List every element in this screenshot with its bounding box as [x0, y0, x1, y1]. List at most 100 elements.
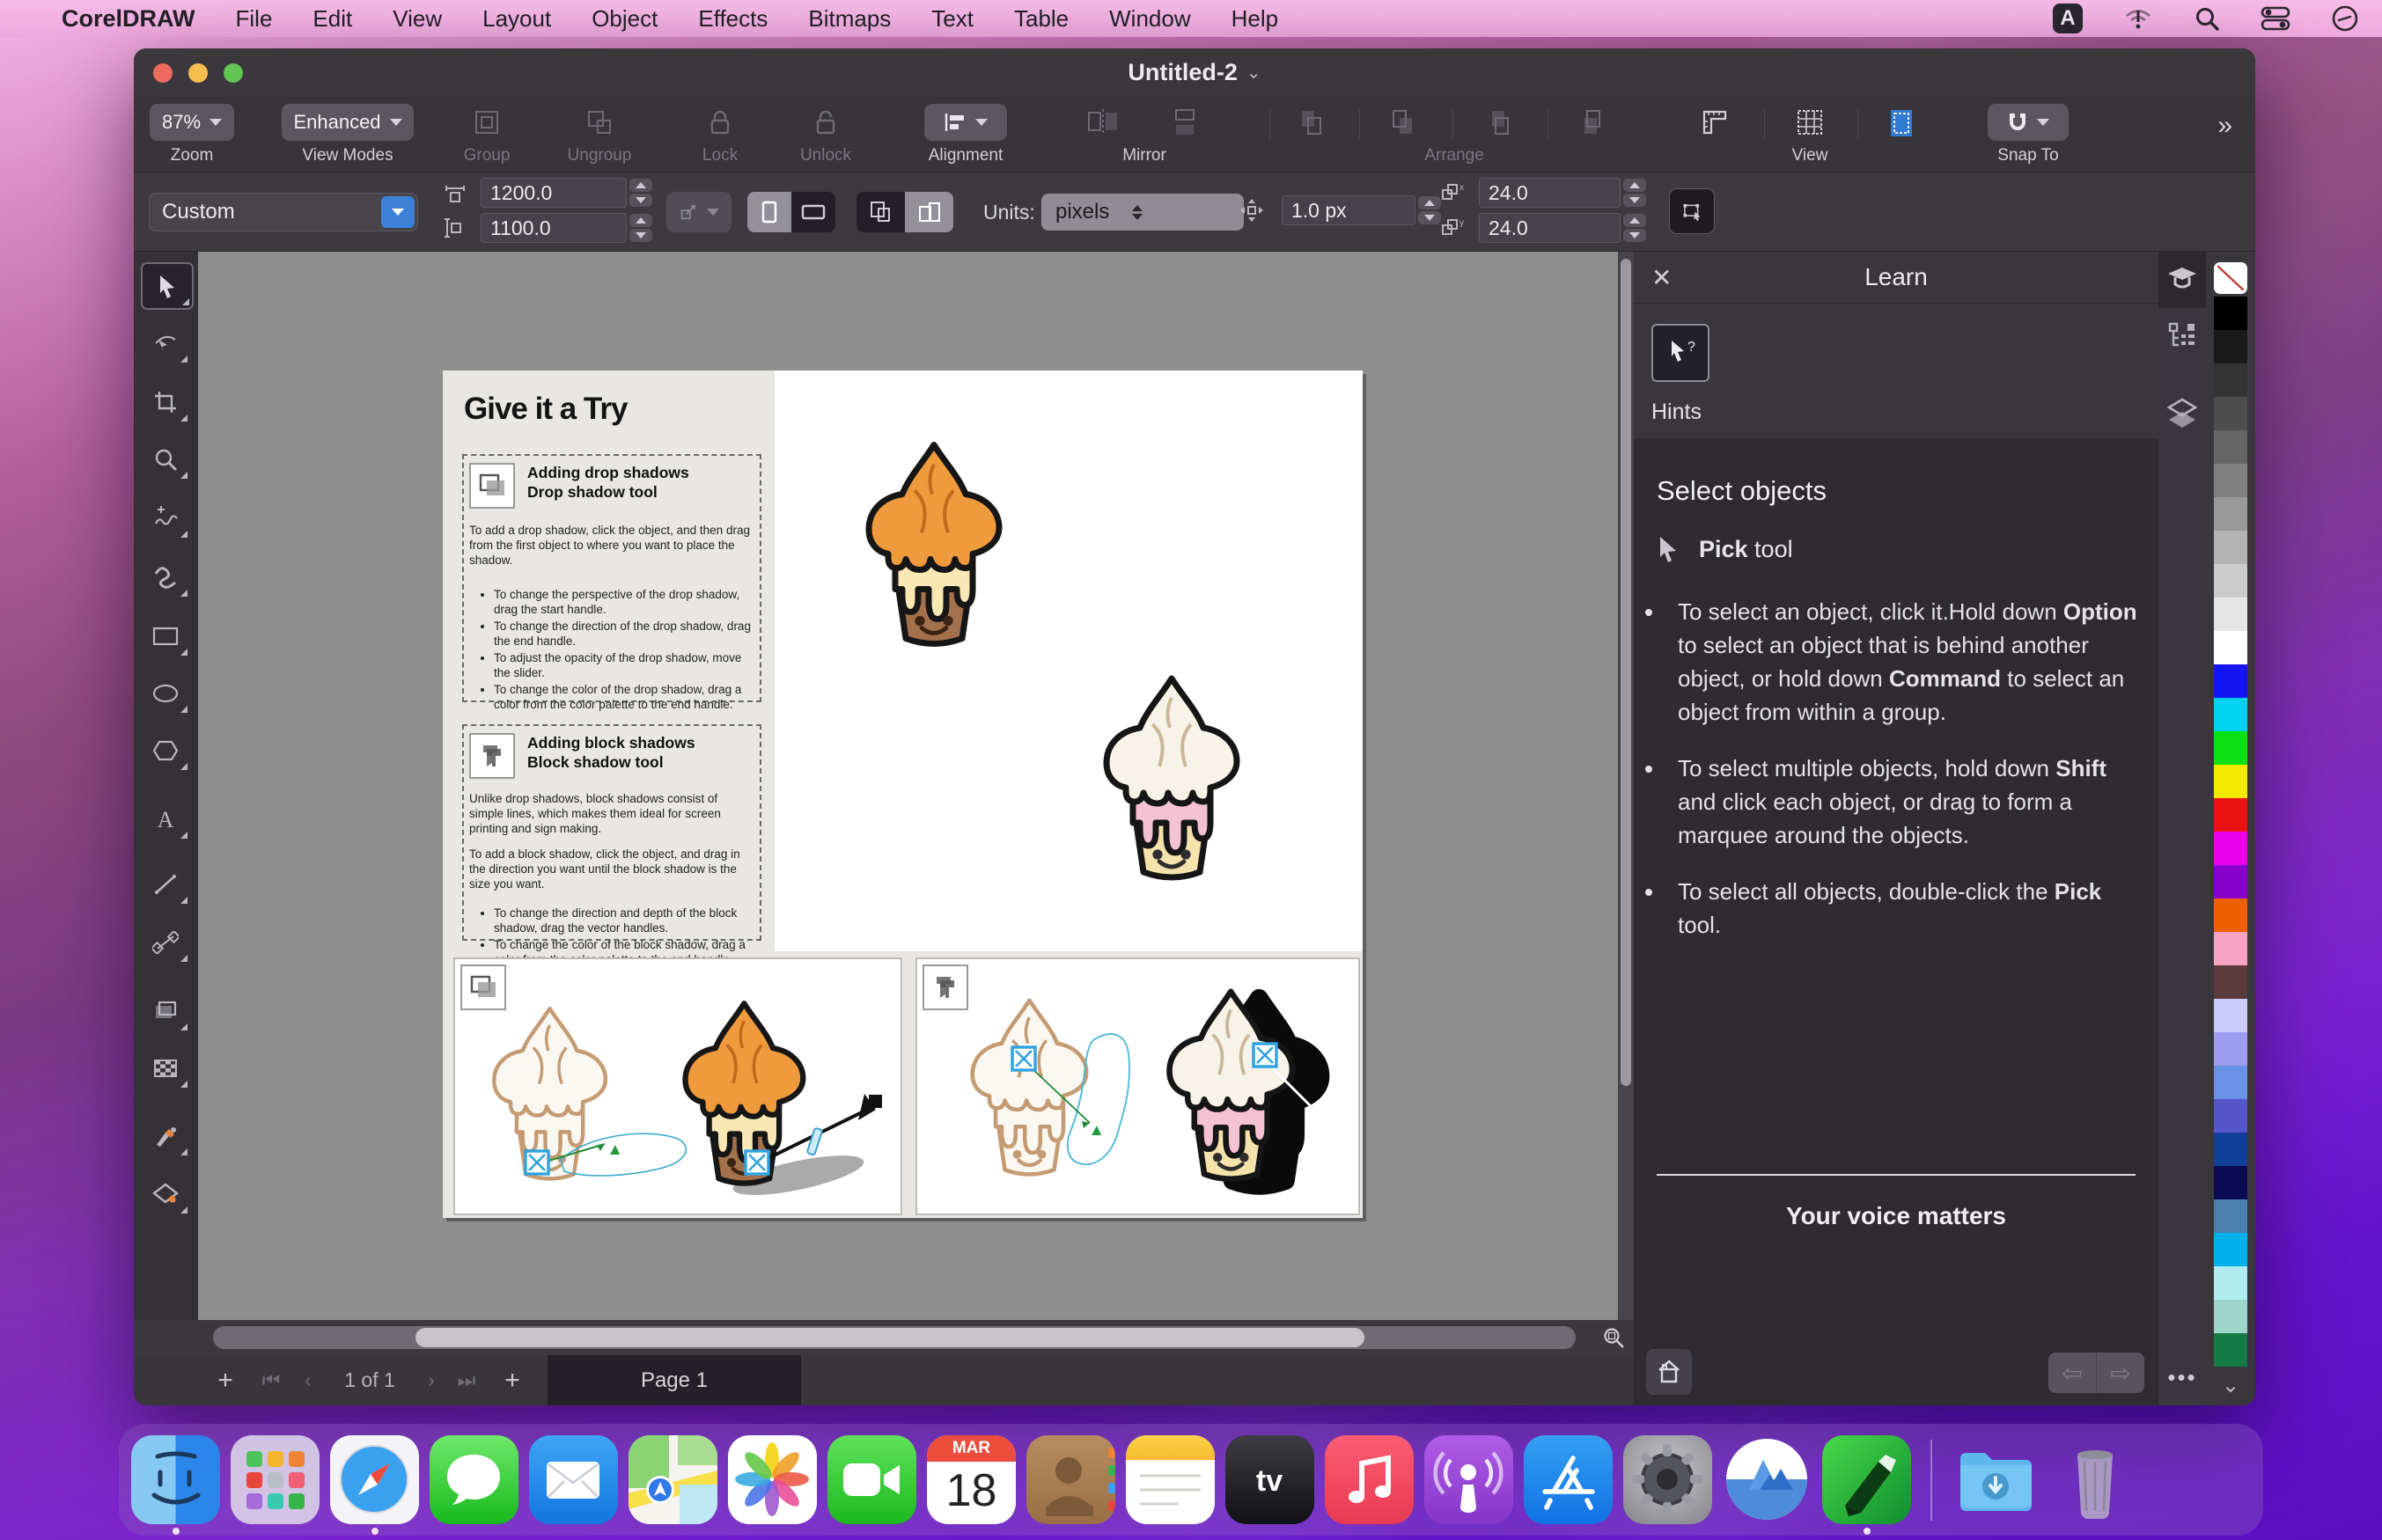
- menu-help[interactable]: Help: [1231, 5, 1278, 33]
- mirror-horizontal-icon[interactable]: [1086, 107, 1118, 139]
- control-center-icon[interactable]: [2261, 6, 2290, 31]
- menu-table[interactable]: Table: [1014, 5, 1069, 33]
- vertical-scrollbar[interactable]: [1618, 252, 1634, 1320]
- pick-tool[interactable]: [141, 262, 194, 310]
- dock-icon-coreldraw[interactable]: [1822, 1435, 1911, 1524]
- palette-swatch[interactable]: [2214, 397, 2247, 430]
- unlock-icon[interactable]: [810, 107, 842, 139]
- dock-icon-trash[interactable]: [2051, 1435, 2140, 1524]
- title-bar[interactable]: Untitled-2⌄: [134, 48, 2255, 98]
- learn-home-button[interactable]: [1646, 1349, 1692, 1395]
- palette-swatch[interactable]: [2214, 731, 2247, 765]
- line-tool[interactable]: [141, 862, 190, 906]
- dock-icon-tv[interactable]: tv: [1225, 1435, 1314, 1524]
- page-tab[interactable]: Page 1: [548, 1355, 801, 1405]
- dock-icon-mail[interactable]: [529, 1435, 618, 1524]
- dock-icon-system-preferences[interactable]: [1623, 1435, 1712, 1524]
- title-chevron-icon[interactable]: ⌄: [1246, 62, 1261, 84]
- orientation-toggle[interactable]: [747, 192, 835, 232]
- page-border-icon[interactable]: [1886, 107, 1917, 139]
- nudge-stepper[interactable]: [1418, 195, 1441, 225]
- dock-icon-mountain-app[interactable]: [1723, 1435, 1812, 1524]
- polygon-tool[interactable]: [141, 729, 190, 773]
- forward-one-icon[interactable]: [1483, 107, 1515, 139]
- learn-forward-button[interactable]: ⇨: [2097, 1353, 2144, 1393]
- learn-back-button[interactable]: ⇦: [2048, 1353, 2097, 1393]
- dock-icon-calendar[interactable]: MAR 18: [927, 1435, 1016, 1524]
- drawing-scale-button[interactable]: [666, 192, 732, 232]
- palette-swatch[interactable]: [2214, 1266, 2247, 1300]
- palette-swatch[interactable]: [2214, 664, 2247, 698]
- spotlight-search-icon[interactable]: [2194, 5, 2220, 32]
- palette-swatch[interactable]: [2214, 698, 2247, 731]
- palette-swatch[interactable]: [2214, 1032, 2247, 1066]
- palette-swatch[interactable]: [2214, 1199, 2247, 1233]
- palette-swatch[interactable]: [2214, 598, 2247, 631]
- transparency-tool[interactable]: [141, 1046, 190, 1090]
- properties-docker-tab[interactable]: [2158, 308, 2206, 364]
- grid-icon[interactable]: [1794, 107, 1826, 139]
- dock-icon-messages[interactable]: [430, 1435, 518, 1524]
- palette-swatch[interactable]: [2214, 832, 2247, 865]
- page-size-preset-dropdown[interactable]: Custom: [149, 193, 418, 231]
- page-width-input[interactable]: 1200.0: [481, 178, 627, 208]
- page-height-input[interactable]: 1100.0: [481, 213, 627, 243]
- palette-swatch[interactable]: [2214, 865, 2247, 898]
- shape-tool[interactable]: [141, 321, 190, 365]
- palette-swatch[interactable]: [2214, 497, 2247, 531]
- duplicate-x-input[interactable]: 24.0: [1479, 178, 1621, 208]
- fill-tool[interactable]: [141, 1172, 190, 1216]
- palette-swatch[interactable]: [2214, 1233, 2247, 1266]
- ungroup-icon[interactable]: [584, 107, 615, 139]
- alignment-dropdown[interactable]: [924, 104, 1007, 141]
- palette-swatch[interactable]: [2214, 1333, 2247, 1367]
- text-tool[interactable]: A: [141, 797, 190, 841]
- horizontal-scrollbar[interactable]: [213, 1326, 1576, 1349]
- next-page-icon[interactable]: ›: [417, 1355, 445, 1405]
- ellipse-tool[interactable]: [141, 671, 190, 715]
- add-page-button[interactable]: +: [208, 1355, 243, 1405]
- toolbar-overflow-icon[interactable]: »: [2217, 111, 2229, 141]
- palette-swatch[interactable]: [2214, 363, 2247, 397]
- cupcake-pink[interactable]: [1084, 671, 1267, 893]
- palette-swatch[interactable]: [2214, 1133, 2247, 1166]
- palette-swatch[interactable]: [2214, 999, 2247, 1032]
- menu-file[interactable]: File: [236, 5, 273, 33]
- page-dimensions-mode-toggle[interactable]: [856, 192, 953, 232]
- palette-swatch[interactable]: [2214, 631, 2247, 664]
- zoom-level-dropdown[interactable]: 87%: [150, 104, 234, 141]
- width-stepper[interactable]: [629, 178, 652, 208]
- last-page-icon[interactable]: ⏭: [451, 1355, 482, 1405]
- menu-text[interactable]: Text: [931, 5, 974, 33]
- add-page-button[interactable]: +: [495, 1355, 530, 1405]
- artistic-media-tool[interactable]: [141, 555, 190, 599]
- eyedropper-tool[interactable]: [141, 1114, 190, 1158]
- menu-layout[interactable]: Layout: [482, 5, 551, 33]
- first-page-icon[interactable]: ⏮: [255, 1355, 287, 1405]
- freehand-tool[interactable]: [141, 496, 190, 540]
- menu-object[interactable]: Object: [592, 5, 658, 33]
- dock-icon-app-store[interactable]: [1524, 1435, 1613, 1524]
- dock-icon-podcasts[interactable]: [1424, 1435, 1513, 1524]
- clock-icon[interactable]: [2331, 4, 2359, 33]
- rulers-icon[interactable]: [1699, 107, 1731, 139]
- to-front-icon[interactable]: [1296, 107, 1327, 139]
- zoom-tool[interactable]: [141, 437, 190, 481]
- menu-view[interactable]: View: [393, 5, 442, 33]
- cupcake-with-drop-shadow[interactable]: [665, 996, 830, 1199]
- palette-swatch[interactable]: [2214, 1166, 2247, 1199]
- zoom-fit-icon[interactable]: [1600, 1324, 1627, 1351]
- menu-bitmaps[interactable]: Bitmaps: [808, 5, 891, 33]
- back-one-icon[interactable]: [1578, 107, 1610, 139]
- dock-icon-facetime[interactable]: [827, 1435, 916, 1524]
- connector-tool[interactable]: [141, 920, 190, 964]
- dock-icon-photos[interactable]: [728, 1435, 817, 1524]
- to-back-icon[interactable]: [1387, 107, 1419, 139]
- cupcake-outline[interactable]: [474, 1001, 631, 1193]
- hints-button[interactable]: ?: [1651, 324, 1709, 382]
- dock-icon-finder[interactable]: [131, 1435, 220, 1524]
- dock-icon-downloads[interactable]: [1952, 1435, 2040, 1524]
- docker-more-icon[interactable]: •••: [2158, 1364, 2206, 1391]
- duplicate-y-input[interactable]: 24.0: [1479, 213, 1621, 243]
- nudge-distance-input[interactable]: 1.0 px: [1282, 195, 1415, 225]
